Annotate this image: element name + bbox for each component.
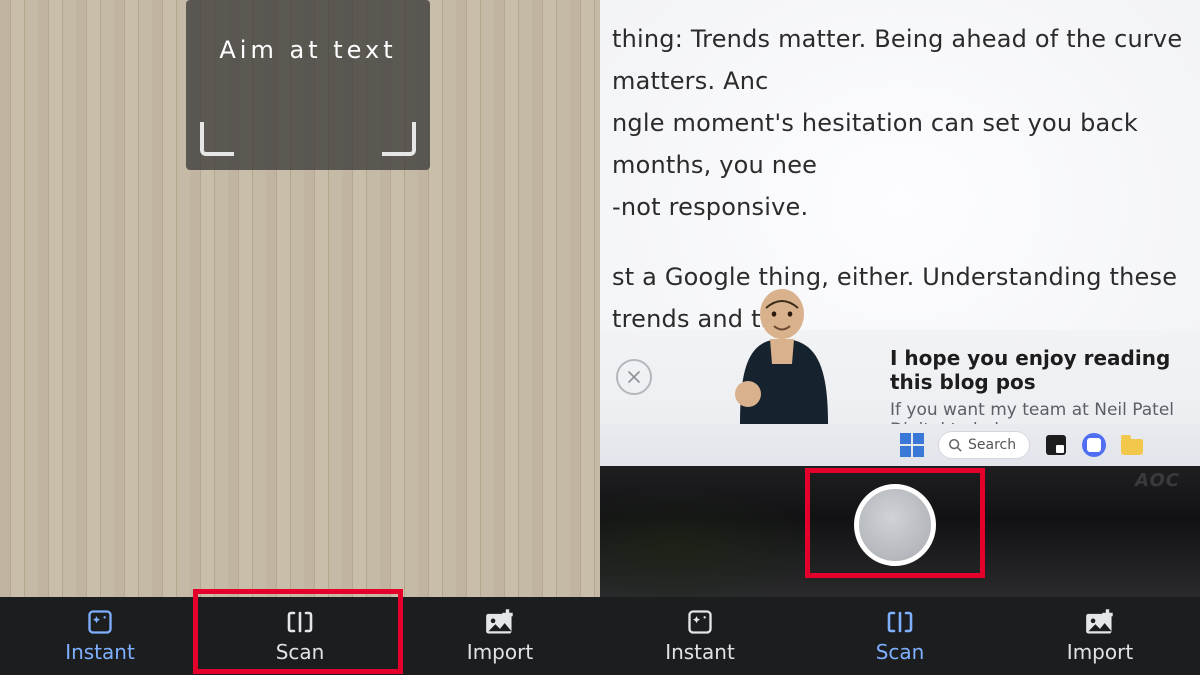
frame-corner-icon [382, 122, 416, 156]
scan-label: Scan [276, 640, 325, 664]
bottom-action-bar: Instant Scan [0, 597, 600, 675]
split-screenshot: Aim at text Instant [0, 0, 1200, 675]
person-photo [700, 284, 850, 424]
scan-brackets-icon [285, 608, 315, 636]
taskbar-app-icon[interactable] [1120, 433, 1144, 457]
windows-taskbar: Search [600, 424, 1200, 466]
scan-tab[interactable]: Scan [800, 597, 1000, 675]
promo-banner: I hope you enjoy reading this blog pos I… [600, 330, 1200, 424]
monitor-brand-label: AOC [1135, 470, 1180, 491]
banner-headline: I hope you enjoy reading this blog pos [890, 346, 1200, 394]
instant-label: Instant [665, 640, 735, 664]
search-icon [948, 438, 962, 452]
scan-brackets-icon [885, 608, 915, 636]
taskbar-search[interactable]: Search [938, 431, 1030, 459]
windows-logo-icon[interactable] [900, 433, 924, 457]
aim-at-text-overlay: Aim at text [186, 0, 430, 170]
import-image-icon [485, 608, 515, 636]
right-pane: thing: Trends matter. Being ahead of the… [600, 0, 1200, 675]
instant-tab[interactable]: Instant [600, 597, 800, 675]
article-line: st a Google thing, either. Understanding… [612, 263, 1177, 333]
instant-sparkle-icon [86, 608, 114, 636]
close-banner-button[interactable] [616, 359, 652, 395]
import-image-icon [1085, 608, 1115, 636]
import-tab[interactable]: Import [1000, 597, 1200, 675]
scan-tab[interactable]: Scan [200, 597, 400, 675]
instant-tab[interactable]: Instant [0, 597, 200, 675]
search-placeholder: Search [968, 437, 1016, 453]
aim-label: Aim at text [186, 36, 430, 64]
taskbar-app-icon[interactable] [1082, 433, 1106, 457]
plant-shadow [600, 477, 850, 597]
bottom-action-bar: Instant Scan [600, 597, 1200, 675]
import-tab[interactable]: Import [400, 597, 600, 675]
article-line: thing: Trends matter. Being ahead of the… [612, 25, 1182, 95]
instant-sparkle-icon [686, 608, 714, 636]
close-icon [626, 369, 642, 385]
shutter-button[interactable] [854, 484, 936, 566]
import-label: Import [1067, 640, 1133, 664]
instant-label: Instant [65, 640, 135, 664]
frame-corner-icon [200, 122, 234, 156]
taskbar-app-icon[interactable] [1044, 433, 1068, 457]
import-label: Import [467, 640, 533, 664]
article-line: -not responsive. [612, 193, 808, 221]
left-pane: Aim at text Instant [0, 0, 600, 675]
scan-label: Scan [876, 640, 925, 664]
article-line: ngle moment's hesitation can set you bac… [612, 109, 1138, 179]
